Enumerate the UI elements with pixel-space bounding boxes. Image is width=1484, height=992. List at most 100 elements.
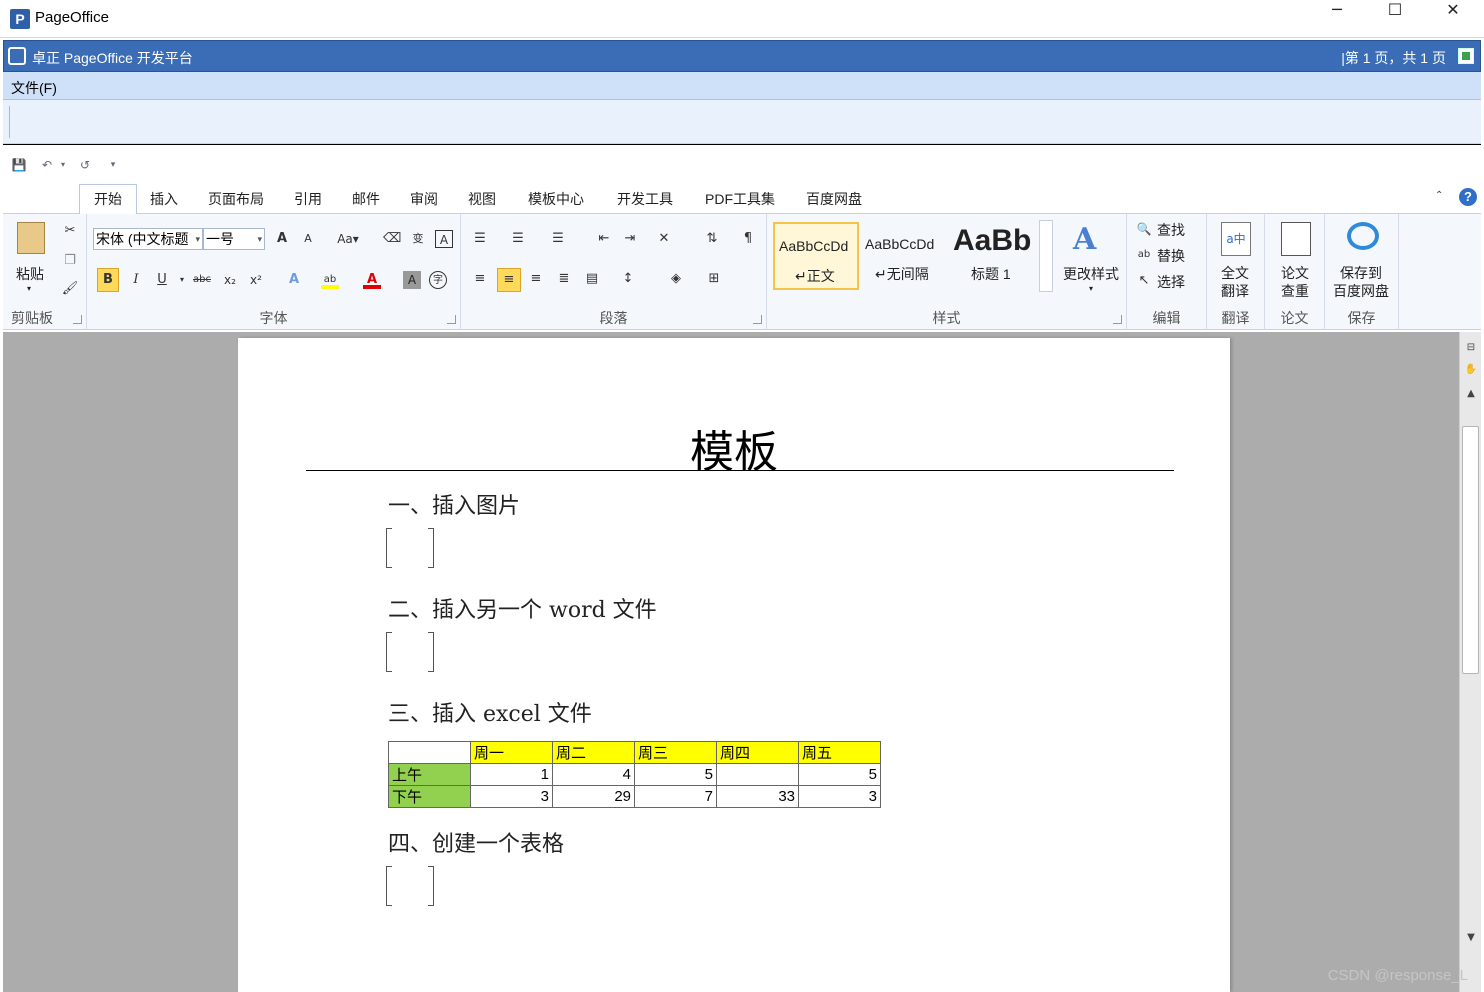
character-shading-icon[interactable]: A: [403, 271, 421, 289]
change-case-icon[interactable]: Aa▾: [335, 230, 361, 248]
minimize-button[interactable]: ─: [1308, 0, 1366, 38]
format-painter-icon[interactable]: 🖌: [61, 280, 79, 298]
tab-view[interactable]: 视图: [459, 188, 505, 214]
baidu-netdisk-icon[interactable]: [1347, 222, 1379, 250]
align-right-icon[interactable]: ≡: [527, 270, 545, 288]
style-no-spacing[interactable]: AaBbCcDd ↵无间隔: [861, 222, 947, 290]
borders-icon[interactable]: ⊞: [705, 270, 723, 288]
help-icon[interactable]: ?: [1459, 188, 1477, 206]
phonetic-guide-icon[interactable]: 变: [409, 230, 427, 248]
minimize-ribbon-icon[interactable]: ⌃: [1435, 190, 1443, 201]
strikethrough-icon[interactable]: abc: [193, 271, 211, 289]
tab-developer[interactable]: 开发工具: [607, 188, 683, 214]
find-icon[interactable]: 🔍: [1135, 220, 1153, 238]
cut-icon[interactable]: ✂: [61, 222, 79, 240]
grow-font-icon[interactable]: A: [273, 230, 291, 248]
change-styles-icon[interactable]: A: [1073, 222, 1096, 257]
bold-icon[interactable]: B: [97, 268, 119, 292]
customize-qat-icon[interactable]: ▾: [104, 155, 122, 175]
text-effects-icon[interactable]: A: [285, 271, 303, 289]
tab-insert[interactable]: 插入: [141, 188, 187, 214]
shrink-font-icon[interactable]: A: [299, 230, 317, 248]
font-size-combo[interactable]: 一号 ▾: [203, 228, 265, 250]
increase-indent-icon[interactable]: ⇥: [621, 230, 639, 248]
change-styles-button[interactable]: 更改样式: [1063, 264, 1119, 284]
font-name-combo[interactable]: 宋体 (中文标题 ▾: [93, 228, 203, 250]
asian-layout-icon[interactable]: ✕: [655, 230, 673, 248]
font-launcher-icon[interactable]: [447, 315, 456, 324]
bullets-icon[interactable]: ☰: [471, 230, 489, 248]
underline-icon[interactable]: U: [153, 271, 171, 289]
find-button[interactable]: 查找: [1157, 220, 1185, 240]
bookmark-placeholder-image[interactable]: [386, 528, 434, 568]
translate-icon[interactable]: a中: [1221, 222, 1251, 256]
full-translate-button[interactable]: 全文 翻译: [1221, 264, 1249, 300]
distributed-icon[interactable]: ▤: [583, 270, 601, 288]
maximize-button[interactable]: ☐: [1366, 0, 1424, 38]
line-spacing-icon[interactable]: ↕: [619, 270, 637, 288]
plagiarism-check-button[interactable]: 论文 查重: [1281, 264, 1309, 300]
styles-gallery-scroll[interactable]: [1039, 220, 1053, 292]
clipboard-launcher-icon[interactable]: [73, 315, 82, 324]
replace-button[interactable]: 替换: [1157, 246, 1185, 266]
scroll-up-icon[interactable]: ▲: [1463, 388, 1479, 402]
align-center-icon[interactable]: ≡: [497, 268, 521, 292]
tab-baidu-netdisk[interactable]: 百度网盘: [795, 188, 873, 214]
enclose-characters-icon[interactable]: 字: [429, 271, 447, 289]
sort-icon[interactable]: ⇅: [703, 230, 721, 248]
tab-mailings[interactable]: 邮件: [343, 188, 389, 214]
ruler-toggle-icon[interactable]: ⊟: [1463, 342, 1479, 356]
select-icon[interactable]: ↖: [1135, 272, 1153, 290]
superscript-icon[interactable]: x²: [247, 271, 265, 289]
subscript-icon[interactable]: x₂: [221, 271, 239, 289]
tab-review[interactable]: 审阅: [401, 188, 447, 214]
style-heading-1[interactable]: AaBb 标题 1: [949, 222, 1033, 290]
pan-hand-icon[interactable]: ✋: [1463, 364, 1479, 378]
table-cell: 29: [552, 785, 635, 808]
justify-icon[interactable]: ≣: [555, 270, 573, 288]
highlight-icon[interactable]: ab: [321, 271, 339, 289]
tab-page-layout[interactable]: 页面布局: [199, 188, 273, 214]
copy-icon[interactable]: ❐: [61, 252, 79, 270]
excel-table[interactable]: 周一 周二 周三 周四 周五 上午 1 4 5 5 下午 3 29 7 33 3: [388, 741, 881, 808]
shading-icon[interactable]: ◈: [667, 270, 685, 288]
table-header-cell: 周五: [798, 741, 881, 764]
close-button[interactable]: ✕: [1424, 0, 1482, 38]
tab-references[interactable]: 引用: [285, 188, 331, 214]
change-styles-dropdown-icon[interactable]: ▾: [1089, 284, 1093, 293]
paragraph-launcher-icon[interactable]: [753, 315, 762, 324]
fullscreen-icon[interactable]: [1458, 48, 1474, 64]
styles-launcher-icon[interactable]: [1113, 315, 1122, 324]
save-to-netdisk-button[interactable]: 保存到 百度网盘: [1333, 264, 1389, 300]
paste-dropdown-icon[interactable]: ▾: [27, 284, 31, 293]
menu-file[interactable]: 文件(F): [11, 78, 57, 98]
paste-button[interactable]: 粘贴: [16, 264, 44, 284]
bookmark-placeholder-word[interactable]: [386, 632, 434, 672]
multilevel-list-icon[interactable]: ☰: [549, 230, 567, 248]
clear-formatting-icon[interactable]: ⌫: [383, 230, 401, 248]
bookmark-placeholder-table[interactable]: [386, 866, 434, 906]
toolbar-grip[interactable]: [9, 106, 11, 138]
save-icon[interactable]: 💾: [10, 155, 28, 175]
select-button[interactable]: 选择: [1157, 272, 1185, 292]
italic-icon[interactable]: I: [127, 271, 145, 289]
plagiarism-check-icon[interactable]: [1281, 222, 1311, 256]
show-marks-icon[interactable]: ¶: [739, 230, 757, 248]
tab-template-center[interactable]: 模板中心: [517, 188, 595, 214]
paste-icon[interactable]: [17, 222, 45, 254]
decrease-indent-icon[interactable]: ⇤: [595, 230, 613, 248]
document-page[interactable]: 模板 一、插入图片 二、插入另一个 word 文件 三、插入 excel 文件 …: [238, 338, 1230, 992]
scrollbar-thumb[interactable]: [1462, 426, 1479, 674]
numbering-icon[interactable]: ☰: [509, 230, 527, 248]
style-normal[interactable]: AaBbCcDd ↵正文: [773, 222, 859, 290]
scroll-down-icon[interactable]: ▼: [1463, 932, 1479, 946]
font-color-icon[interactable]: A: [363, 271, 381, 289]
undo-dropdown-icon[interactable]: ▾: [54, 155, 72, 175]
replace-icon[interactable]: ab: [1135, 246, 1153, 264]
align-left-icon[interactable]: ≡: [471, 270, 489, 288]
redo-icon[interactable]: ↺: [76, 155, 94, 175]
tab-home[interactable]: 开始: [79, 184, 137, 215]
character-border-icon[interactable]: A: [435, 230, 453, 248]
tab-pdf-tools[interactable]: PDF工具集: [695, 188, 785, 214]
underline-dropdown-icon[interactable]: ▾: [173, 271, 191, 289]
